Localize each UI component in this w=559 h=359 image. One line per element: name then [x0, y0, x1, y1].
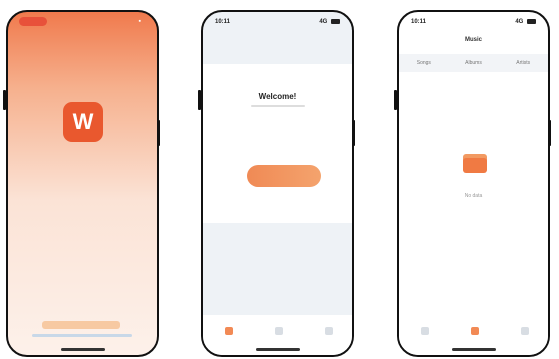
folder-icon [463, 154, 487, 174]
empty-state-text: No data [464, 193, 483, 199]
home-icon[interactable] [225, 327, 233, 335]
phone-splash-screen: ▪ W [6, 10, 159, 357]
cta-label [247, 173, 321, 178]
status-indicators: 4G [319, 19, 340, 25]
network-label: 4G [515, 19, 524, 26]
battery-icon [331, 19, 340, 24]
segment-tabs: Songs Albums Artists [399, 54, 548, 72]
welcome-card [203, 64, 352, 223]
home-indicator[interactable] [60, 348, 105, 351]
home-indicator[interactable] [255, 348, 300, 351]
network-label: 4G [319, 19, 328, 26]
battery-icon [527, 19, 536, 24]
signal-icon: ▪ [138, 18, 141, 25]
header-title: Music [464, 37, 482, 43]
phone-music-screen: 10:11 4G Music Songs Albums Artists No d… [397, 10, 550, 357]
agreement-link[interactable] [32, 334, 132, 337]
status-time: 10:11 [411, 19, 427, 25]
profile-icon[interactable] [521, 327, 529, 335]
status-bar: 10:11 4G [399, 12, 548, 30]
welcome-title: Welcome! [258, 92, 297, 101]
status-time: 10:11 [215, 19, 231, 25]
phone-welcome-screen: 10:11 4G Welcome! [201, 10, 354, 357]
discover-icon[interactable] [471, 327, 479, 335]
welcome-header-area [203, 30, 352, 64]
segment-tab-albums[interactable]: Albums [449, 54, 499, 72]
home-indicator[interactable] [451, 348, 496, 351]
home-icon[interactable] [421, 327, 429, 335]
discover-icon[interactable] [275, 327, 283, 335]
welcome-subtitle-placeholder [251, 105, 305, 107]
segment-tab-artists[interactable]: Artists [498, 54, 548, 72]
status-indicators: 4G [515, 19, 536, 25]
recording-indicator [19, 17, 47, 26]
status-bar: 10:11 4G [203, 12, 352, 30]
get-started-button[interactable] [42, 321, 120, 329]
profile-icon[interactable] [325, 327, 333, 335]
segment-tab-songs[interactable]: Songs [399, 54, 449, 72]
logo-letter: W [72, 109, 94, 134]
primary-cta-button[interactable] [247, 165, 321, 187]
app-logo-icon: W [63, 102, 103, 142]
